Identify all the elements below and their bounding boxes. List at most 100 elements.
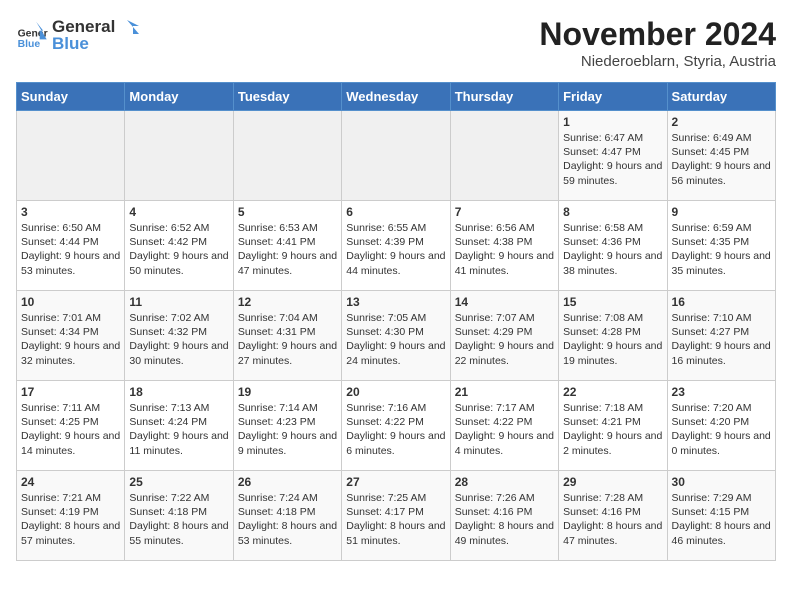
calendar-cell: 30 Sunrise: 7:29 AM Sunset: 4:15 PM Dayli… bbox=[667, 471, 775, 561]
calendar-cell: 4 Sunrise: 6:52 AM Sunset: 4:42 PM Daylig… bbox=[125, 201, 233, 291]
cell-content: Sunrise: 6:52 AM Sunset: 4:42 PM Dayligh… bbox=[129, 221, 228, 278]
calendar-cell: 6 Sunrise: 6:55 AM Sunset: 4:39 PM Daylig… bbox=[342, 201, 450, 291]
calendar-cell: 10Sunrise: 7:01 AM Sunset: 4:34 PM Dayli… bbox=[17, 291, 125, 381]
day-number: 13 bbox=[346, 295, 445, 309]
day-number: 8 bbox=[563, 205, 662, 219]
day-number: 4 bbox=[129, 205, 228, 219]
logo-bird-icon bbox=[117, 16, 139, 38]
cell-content: Sunrise: 7:07 AM Sunset: 4:29 PM Dayligh… bbox=[455, 311, 554, 368]
cell-content: Sunrise: 6:55 AM Sunset: 4:39 PM Dayligh… bbox=[346, 221, 445, 278]
calendar-cell: 17Sunrise: 7:11 AM Sunset: 4:25 PM Dayli… bbox=[17, 381, 125, 471]
day-number: 15 bbox=[563, 295, 662, 309]
cell-content: Sunrise: 6:59 AM Sunset: 4:35 PM Dayligh… bbox=[672, 221, 771, 278]
day-number: 29 bbox=[563, 475, 662, 489]
calendar-cell: 12 Sunrise: 7:04 AM Sunset: 4:31 PM Dayli… bbox=[233, 291, 341, 381]
calendar-cell: 1 Sunrise: 6:47 AM Sunset: 4:47 PM Daylig… bbox=[559, 111, 667, 201]
cell-content: Sunrise: 7:14 AM Sunset: 4:23 PM Dayligh… bbox=[238, 401, 337, 458]
cell-content: Sunrise: 7:28 AM Sunset: 4:16 PM Dayligh… bbox=[563, 491, 662, 548]
calendar-cell: 15 Sunrise: 7:08 AM Sunset: 4:28 PM Dayli… bbox=[559, 291, 667, 381]
calendar-cell: 19Sunrise: 7:14 AM Sunset: 4:23 PM Dayli… bbox=[233, 381, 341, 471]
cell-content: Sunrise: 7:21 AM Sunset: 4:19 PM Dayligh… bbox=[21, 491, 120, 548]
day-number: 30 bbox=[672, 475, 771, 489]
day-number: 14 bbox=[455, 295, 554, 309]
calendar-week-5: 24 Sunrise: 7:21 AM Sunset: 4:19 PM Dayli… bbox=[17, 471, 776, 561]
calendar-cell: 29 Sunrise: 7:28 AM Sunset: 4:16 PM Dayli… bbox=[559, 471, 667, 561]
header-thursday: Thursday bbox=[450, 83, 558, 111]
day-number: 21 bbox=[455, 385, 554, 399]
day-number: 27 bbox=[346, 475, 445, 489]
cell-content: Sunrise: 6:53 AM Sunset: 4:41 PM Dayligh… bbox=[238, 221, 337, 278]
calendar-cell: 8 Sunrise: 6:58 AM Sunset: 4:36 PM Daylig… bbox=[559, 201, 667, 291]
calendar-cell: 23 Sunrise: 7:20 AM Sunset: 4:20 PM Dayli… bbox=[667, 381, 775, 471]
calendar-header-row: Sunday Monday Tuesday Wednesday Thursday… bbox=[17, 83, 776, 111]
day-number: 9 bbox=[672, 205, 771, 219]
day-number: 26 bbox=[238, 475, 337, 489]
day-number: 7 bbox=[455, 205, 554, 219]
header-sunday: Sunday bbox=[17, 83, 125, 111]
page-wrapper: General Blue General Blue November 2024 … bbox=[16, 16, 776, 561]
cell-content: Sunrise: 7:05 AM Sunset: 4:30 PM Dayligh… bbox=[346, 311, 445, 368]
cell-content: Sunrise: 7:20 AM Sunset: 4:20 PM Dayligh… bbox=[672, 401, 771, 458]
cell-content: Sunrise: 7:01 AM Sunset: 4:34 PM Dayligh… bbox=[21, 311, 120, 368]
day-number: 20 bbox=[346, 385, 445, 399]
header: General Blue General Blue November 2024 … bbox=[16, 16, 776, 70]
calendar-cell: 5 Sunrise: 6:53 AM Sunset: 4:41 PM Daylig… bbox=[233, 201, 341, 291]
day-number: 28 bbox=[455, 475, 554, 489]
calendar-cell: 20 Sunrise: 7:16 AM Sunset: 4:22 PM Dayli… bbox=[342, 381, 450, 471]
logo: General Blue General Blue bbox=[16, 16, 139, 54]
cell-content: Sunrise: 7:02 AM Sunset: 4:32 PM Dayligh… bbox=[129, 311, 228, 368]
calendar-cell: 24 Sunrise: 7:21 AM Sunset: 4:19 PM Dayli… bbox=[17, 471, 125, 561]
month-year-title: November 2024 bbox=[539, 16, 776, 53]
day-number: 18 bbox=[129, 385, 228, 399]
calendar-cell: 7Sunrise: 6:56 AM Sunset: 4:38 PM Daylig… bbox=[450, 201, 558, 291]
day-number: 5 bbox=[238, 205, 337, 219]
cell-content: Sunrise: 7:04 AM Sunset: 4:31 PM Dayligh… bbox=[238, 311, 337, 368]
header-tuesday: Tuesday bbox=[233, 83, 341, 111]
header-monday: Monday bbox=[125, 83, 233, 111]
calendar-week-4: 17Sunrise: 7:11 AM Sunset: 4:25 PM Dayli… bbox=[17, 381, 776, 471]
calendar-cell bbox=[450, 111, 558, 201]
calendar-cell: 11 Sunrise: 7:02 AM Sunset: 4:32 PM Dayli… bbox=[125, 291, 233, 381]
calendar-cell: 3 Sunrise: 6:50 AM Sunset: 4:44 PM Daylig… bbox=[17, 201, 125, 291]
calendar-week-3: 10Sunrise: 7:01 AM Sunset: 4:34 PM Dayli… bbox=[17, 291, 776, 381]
cell-content: Sunrise: 7:29 AM Sunset: 4:15 PM Dayligh… bbox=[672, 491, 771, 548]
day-number: 23 bbox=[672, 385, 771, 399]
cell-content: Sunrise: 7:22 AM Sunset: 4:18 PM Dayligh… bbox=[129, 491, 228, 548]
day-number: 24 bbox=[21, 475, 120, 489]
calendar-cell: 18Sunrise: 7:13 AM Sunset: 4:24 PM Dayli… bbox=[125, 381, 233, 471]
cell-content: Sunrise: 7:18 AM Sunset: 4:21 PM Dayligh… bbox=[563, 401, 662, 458]
cell-content: Sunrise: 7:26 AM Sunset: 4:16 PM Dayligh… bbox=[455, 491, 554, 548]
calendar-cell bbox=[342, 111, 450, 201]
calendar-cell bbox=[233, 111, 341, 201]
cell-content: Sunrise: 6:47 AM Sunset: 4:47 PM Dayligh… bbox=[563, 131, 662, 188]
calendar-cell: 2Sunrise: 6:49 AM Sunset: 4:45 PM Daylig… bbox=[667, 111, 775, 201]
calendar-cell: 21Sunrise: 7:17 AM Sunset: 4:22 PM Dayli… bbox=[450, 381, 558, 471]
cell-content: Sunrise: 6:50 AM Sunset: 4:44 PM Dayligh… bbox=[21, 221, 120, 278]
day-number: 6 bbox=[346, 205, 445, 219]
cell-content: Sunrise: 7:24 AM Sunset: 4:18 PM Dayligh… bbox=[238, 491, 337, 548]
cell-content: Sunrise: 7:10 AM Sunset: 4:27 PM Dayligh… bbox=[672, 311, 771, 368]
cell-content: Sunrise: 7:25 AM Sunset: 4:17 PM Dayligh… bbox=[346, 491, 445, 548]
day-number: 1 bbox=[563, 115, 662, 129]
calendar-cell bbox=[125, 111, 233, 201]
cell-content: Sunrise: 7:16 AM Sunset: 4:22 PM Dayligh… bbox=[346, 401, 445, 458]
day-number: 17 bbox=[21, 385, 120, 399]
day-number: 2 bbox=[672, 115, 771, 129]
day-number: 25 bbox=[129, 475, 228, 489]
day-number: 3 bbox=[21, 205, 120, 219]
svg-text:Blue: Blue bbox=[18, 39, 41, 50]
header-saturday: Saturday bbox=[667, 83, 775, 111]
cell-content: Sunrise: 7:08 AM Sunset: 4:28 PM Dayligh… bbox=[563, 311, 662, 368]
calendar-cell: 28 Sunrise: 7:26 AM Sunset: 4:16 PM Dayli… bbox=[450, 471, 558, 561]
calendar-cell: 14 Sunrise: 7:07 AM Sunset: 4:29 PM Dayli… bbox=[450, 291, 558, 381]
location-subtitle: Niederoeblarn, Styria, Austria bbox=[539, 53, 776, 70]
calendar-table: Sunday Monday Tuesday Wednesday Thursday… bbox=[16, 82, 776, 561]
calendar-cell: 16 Sunrise: 7:10 AM Sunset: 4:27 PM Dayli… bbox=[667, 291, 775, 381]
calendar-cell: 26 Sunrise: 7:24 AM Sunset: 4:18 PM Dayli… bbox=[233, 471, 341, 561]
logo-icon: General Blue bbox=[16, 19, 48, 51]
day-number: 12 bbox=[238, 295, 337, 309]
day-number: 16 bbox=[672, 295, 771, 309]
day-number: 11 bbox=[129, 295, 228, 309]
cell-content: Sunrise: 6:58 AM Sunset: 4:36 PM Dayligh… bbox=[563, 221, 662, 278]
header-wednesday: Wednesday bbox=[342, 83, 450, 111]
